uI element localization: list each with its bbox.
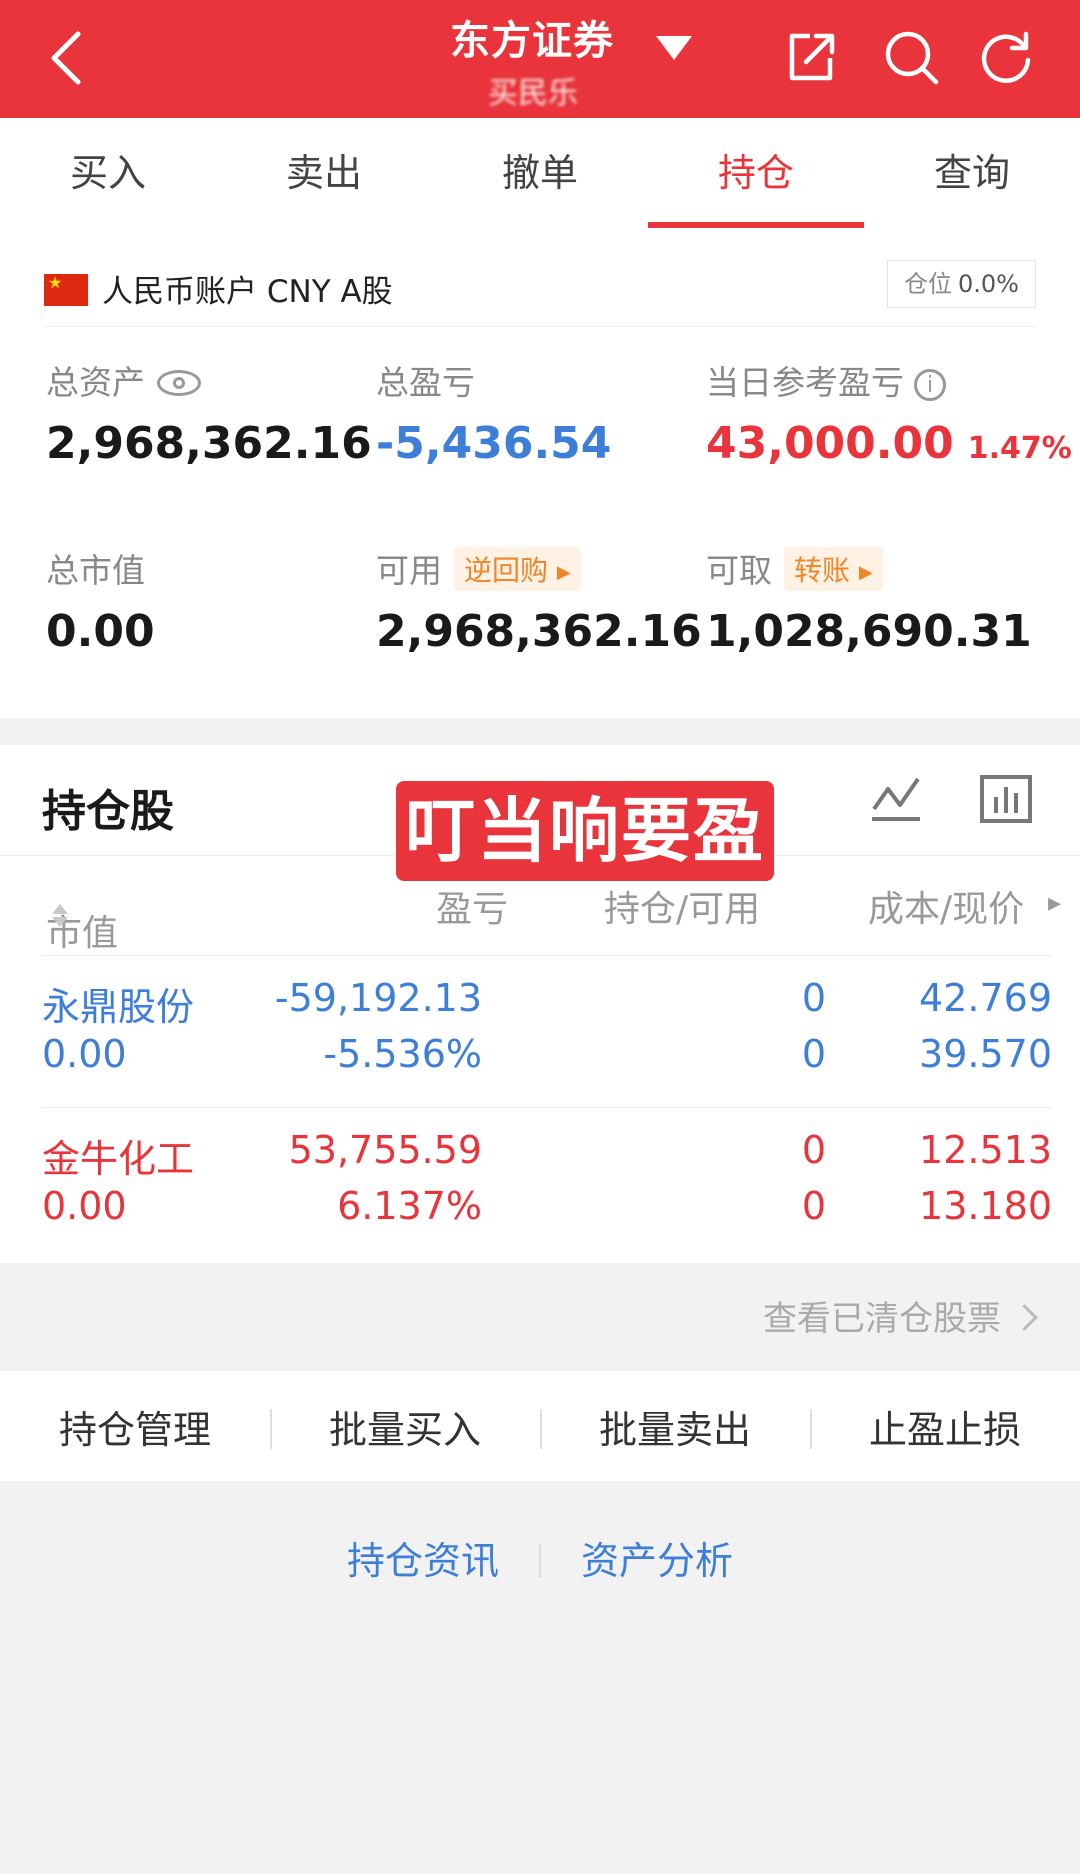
stock-qty: 0 (801, 1128, 826, 1172)
holdings-actions: 持仓管理 批量买入 批量卖出 止盈止损 (0, 1371, 1080, 1481)
daily-pnl-value: 43,000.00 (706, 418, 954, 469)
stock-name: 永鼎股份 (42, 985, 195, 1029)
info-icon[interactable]: i (914, 369, 946, 401)
sort-icon (52, 904, 68, 927)
back-icon[interactable] (44, 28, 88, 88)
account-row[interactable]: ★ 人民币账户 CNY A股 仓位 0.0% (44, 248, 1036, 327)
cleared-stocks-bar: 查看已清仓股票 (0, 1263, 1080, 1371)
watermark-banner: 叮当响要盈 (396, 781, 774, 881)
daily-pnl-label: 当日参考盈亏 (706, 363, 904, 402)
position-value: 0.0% (958, 270, 1019, 298)
withdrawable-funds: 可取 转账 ▶ 1,028,690.31 (706, 544, 1032, 657)
stock-price: 39.570 (919, 1032, 1052, 1076)
stock-available: 0 (801, 1032, 826, 1076)
withdrawable-label: 可取 (706, 551, 772, 590)
stock-pnl: -59,192.13 (274, 976, 482, 1020)
total-pnl-label: 总盈亏 (376, 363, 475, 402)
position-management-button[interactable]: 持仓管理 (0, 1399, 270, 1454)
asset-analysis-link[interactable]: 资产分析 (581, 1539, 733, 1583)
total-assets-label: 总资产 (46, 363, 145, 402)
stock-qty: 0 (801, 976, 826, 1020)
footer-links: 持仓资讯 资产分析 (0, 1530, 1080, 1583)
share-icon[interactable] (782, 28, 840, 86)
china-flag-icon: ★ (44, 274, 88, 306)
holdings-title: 持仓股 (42, 786, 174, 837)
total-assets: 总资产 2,968,362.16 (46, 356, 372, 469)
col-pnl: 盈亏 (436, 889, 509, 930)
account-name: 人民币账户 CNY A股 (102, 274, 393, 310)
tab-sell[interactable]: 卖出 (216, 118, 432, 228)
available-label: 可用 (376, 551, 442, 590)
divider (539, 1544, 541, 1578)
position-ratio-badge: 仓位 0.0% (887, 260, 1036, 308)
daily-pnl-percent: 1.47% (967, 431, 1072, 466)
batch-sell-button[interactable]: 批量卖出 (540, 1399, 810, 1454)
available-value: 2,968,362.16 (376, 606, 702, 657)
line-chart-icon[interactable] (866, 769, 926, 829)
play-arrow-icon: ▶ (556, 562, 571, 583)
search-icon[interactable] (882, 28, 940, 86)
position-label: 仓位 (904, 270, 953, 298)
stock-name: 金牛化工 (42, 1137, 195, 1181)
holding-row[interactable]: 永鼎股份 0.00 -59,192.13 -5.536% 0 0 42.769 … (42, 955, 1052, 1108)
stock-cost: 42.769 (919, 976, 1052, 1020)
view-cleared-stocks-label: 查看已清仓股票 (763, 1299, 1001, 1339)
bar-chart-icon[interactable] (976, 769, 1036, 829)
account-summary: ★ 人民币账户 CNY A股 仓位 0.0% 总资产 2,968,362.16 总… (0, 228, 1080, 718)
reverse-repo-label: 逆回购 (464, 554, 549, 587)
dropdown-caret-icon[interactable] (656, 36, 692, 60)
stock-market-value: 0.00 (42, 1032, 127, 1076)
stock-pnl-percent: 6.137% (337, 1184, 482, 1228)
withdrawable-value: 1,028,690.31 (706, 606, 1032, 657)
broker-title[interactable]: 东方证券 (450, 8, 614, 66)
tab-query[interactable]: 查询 (864, 118, 1080, 228)
trade-tabs: 买入 卖出 撤单 持仓 查询 (0, 118, 1080, 229)
holdings-panel: 持仓股 市值 盈亏 持仓/可用 成本/现价 ▸ 叮当响要盈 永鼎股份 0.00 … (0, 745, 1080, 1263)
reverse-repo-button[interactable]: 逆回购 ▶ (454, 547, 581, 591)
total-pnl-value: -5,436.54 (376, 418, 612, 469)
batch-buy-button[interactable]: 批量买入 (270, 1399, 540, 1454)
stock-market-value: 0.00 (42, 1184, 127, 1228)
market-value-label: 总市值 (46, 551, 145, 590)
market-value-value: 0.00 (46, 606, 155, 657)
stock-pnl-percent: -5.536% (323, 1032, 482, 1076)
col-qty: 持仓/可用 (604, 889, 761, 930)
app-header: 东方证券 买民乐 (0, 0, 1080, 118)
total-assets-value: 2,968,362.16 (46, 418, 372, 469)
total-pnl: 总盈亏 -5,436.54 (376, 356, 611, 469)
stock-available: 0 (801, 1184, 826, 1228)
available-funds: 可用 逆回购 ▶ 2,968,362.16 (376, 544, 702, 657)
holdings-news-link[interactable]: 持仓资讯 (347, 1539, 499, 1583)
transfer-button[interactable]: 转账 ▶ (784, 547, 883, 591)
account-holder-name: 买民乐 (488, 76, 578, 111)
refresh-icon[interactable] (978, 28, 1036, 86)
tab-cancel[interactable]: 撤单 (432, 118, 648, 228)
market-value: 总市值 0.00 (46, 544, 155, 657)
stock-price: 13.180 (919, 1184, 1052, 1228)
chevron-right-icon[interactable]: ▸ (1048, 888, 1061, 918)
eye-icon[interactable] (157, 370, 201, 396)
view-cleared-stocks-link[interactable]: 查看已清仓股票 (763, 1291, 1038, 1340)
play-arrow-icon: ▶ (858, 562, 873, 583)
stock-cost: 12.513 (919, 1128, 1052, 1172)
stock-pnl: 53,755.59 (288, 1128, 482, 1172)
col-cost: 成本/现价 (868, 889, 1025, 930)
transfer-label: 转账 (794, 554, 851, 587)
chevron-right-icon (1011, 1304, 1038, 1331)
take-profit-stop-loss-button[interactable]: 止盈止损 (810, 1399, 1080, 1454)
tab-positions[interactable]: 持仓 (648, 118, 864, 228)
daily-pnl: 当日参考盈亏 i 43,000.00 1.47% (706, 356, 1072, 469)
holding-row[interactable]: 金牛化工 0.00 53,755.59 6.137% 0 0 12.513 13… (42, 1107, 1052, 1260)
tab-buy[interactable]: 买入 (0, 118, 216, 228)
